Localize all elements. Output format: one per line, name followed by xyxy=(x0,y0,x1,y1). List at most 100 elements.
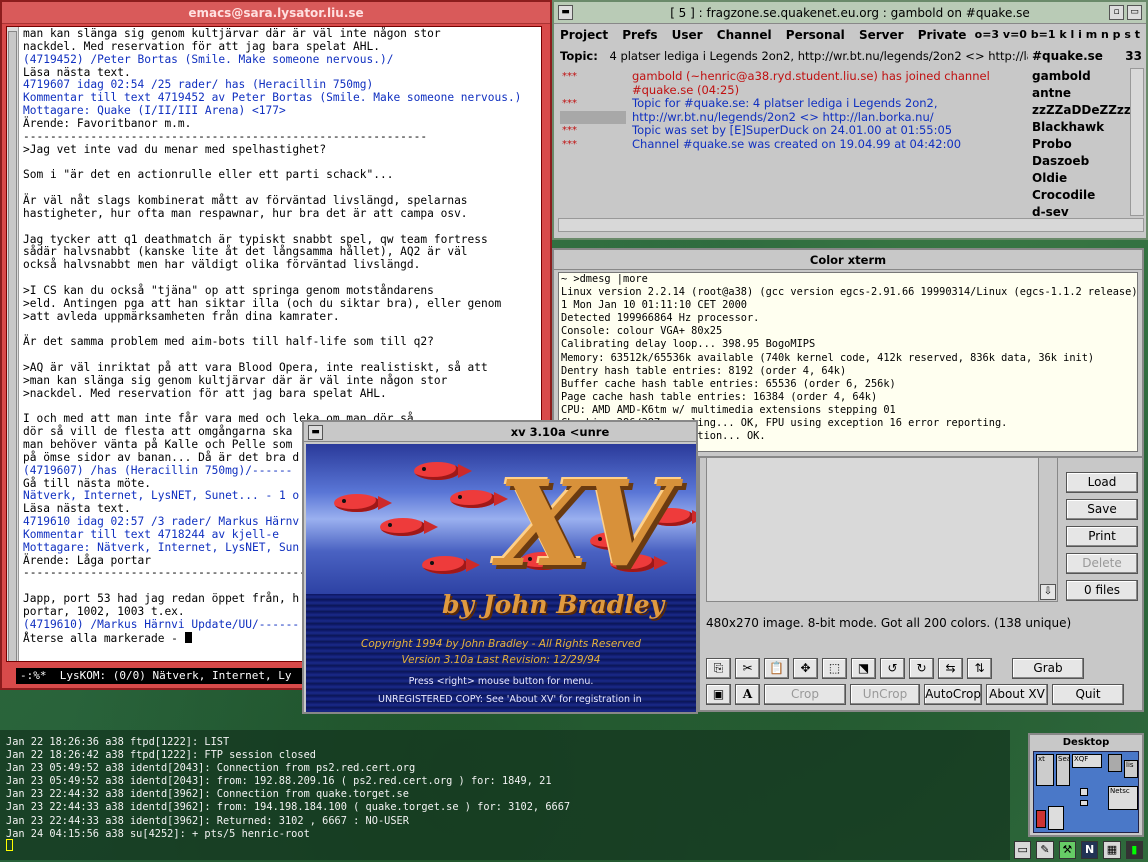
menu-private[interactable]: Private xyxy=(918,28,967,42)
menu-personal[interactable]: Personal xyxy=(786,28,845,42)
emacs-line: >nackdel. Med reservation för att jag ba… xyxy=(23,386,387,400)
text-annotate-icon[interactable]: A xyxy=(735,684,760,705)
terminal-icon[interactable]: ▮ xyxy=(1125,841,1143,859)
cut-icon[interactable]: ✂ xyxy=(735,658,760,679)
pager-mini-window[interactable]: Sea xyxy=(1056,754,1070,786)
user-list-item[interactable]: Daszoeb xyxy=(1032,153,1130,170)
calculator-icon[interactable]: ▦ xyxy=(1103,841,1121,859)
menu-channel[interactable]: Channel xyxy=(717,28,772,42)
emacs-line: också halvsnabbt men har väldigt olika f… xyxy=(23,258,421,272)
pager-mini-window[interactable]: xt xyxy=(1036,754,1054,786)
wrench-icon[interactable]: ⚒ xyxy=(1058,841,1076,859)
emacs-line: >man kan slänga sig genom kultjärvar där… xyxy=(23,373,448,387)
irc-log-line: http://wr.bt.nu/legends/2on2 <> http://l… xyxy=(632,109,934,124)
syslog-line: Jan 23 22:44:33 a38 identd[3962]: Return… xyxy=(6,814,409,827)
uncrop-button[interactable]: UnCrop xyxy=(850,684,920,705)
emacs-line: Ärende: Favoritbanor m.m. xyxy=(23,116,192,130)
user-list-scrollbar[interactable] xyxy=(1130,68,1144,216)
window-menu-icon[interactable]: ▬ xyxy=(308,425,323,440)
notes-icon[interactable]: ✎ xyxy=(1036,841,1054,859)
emacs-line xyxy=(23,221,539,234)
irc-title: [ 5 ] : fragzone.se.quakenet.eu.org : ga… xyxy=(670,6,1030,20)
save-button[interactable]: Save xyxy=(1066,499,1138,520)
desktop-pager[interactable]: Desktop xt Sea XQF lis Netsc xyxy=(1028,733,1144,837)
irc-selection-highlight xyxy=(560,110,626,124)
xv-logo-image[interactable]: XV by John Bradley Copyright 1994 by Joh… xyxy=(306,444,696,712)
pager-mini-window[interactable] xyxy=(1036,810,1046,828)
user-list-item[interactable]: antne xyxy=(1032,85,1130,102)
dock-bar: ▭ ✎ ⚒ N ▦ ▮ xyxy=(1010,838,1148,862)
user-list-item[interactable]: Crocodile xyxy=(1032,187,1130,204)
crop-button[interactable]: Crop xyxy=(764,684,846,705)
emacs-titlebar[interactable]: emacs@sara.lysator.liu.se xyxy=(2,2,550,24)
quit-button[interactable]: Quit xyxy=(1052,684,1124,705)
copy-icon[interactable]: ⎘ xyxy=(706,658,731,679)
print-button[interactable]: Print xyxy=(1066,526,1138,547)
user-list-item[interactable]: Probo xyxy=(1032,136,1130,153)
xv-file-list[interactable] xyxy=(706,456,1058,602)
xterm-titlebar[interactable]: Color xterm xyxy=(554,250,1142,270)
menu-user[interactable]: User xyxy=(672,28,703,42)
emacs-line: >I CS kan du också "tjäna" op att spring… xyxy=(23,283,434,297)
emacs-scrollbar[interactable] xyxy=(7,27,19,661)
maximize-icon[interactable]: ▭ xyxy=(1127,5,1142,20)
xterm-line: Page cache hash table entries: 16384 (or… xyxy=(561,390,878,403)
normal-size-icon[interactable]: ⬚ xyxy=(822,658,847,679)
xterm-line: Memory: 63512k/65536k available (740k ke… xyxy=(561,351,1095,364)
user-list-item[interactable]: Blackhawk xyxy=(1032,119,1130,136)
irc-titlebar[interactable]: ▬ [ 5 ] : fragzone.se.quakenet.eu.org : … xyxy=(554,2,1146,24)
pager-grid[interactable]: xt Sea XQF lis Netsc xyxy=(1033,751,1139,833)
scroll-down-icon[interactable]: ⇩ xyxy=(1040,584,1056,600)
flip-horizontal-icon[interactable]: ⇆ xyxy=(938,658,963,679)
emacs-scroll-thumb[interactable] xyxy=(8,31,17,661)
channel-modes[interactable]: o=3 v=0 b=1 k l i m n p s t xyxy=(975,26,1140,44)
rotate-left-icon[interactable]: ↺ xyxy=(880,658,905,679)
monitor-icon[interactable]: ▭ xyxy=(1014,841,1032,859)
pager-mini-window[interactable] xyxy=(1080,800,1088,806)
user-list-item[interactable]: d-sev xyxy=(1032,204,1130,216)
syslog-line: Jan 23 22:44:33 a38 identd[3962]: from: … xyxy=(6,801,571,814)
channel-name: #quake.se xyxy=(1032,49,1103,63)
pager-mini-window[interactable] xyxy=(1080,788,1088,796)
about-xv-button[interactable]: About XV xyxy=(986,684,1048,705)
menu-server[interactable]: Server xyxy=(859,28,904,42)
red-fish xyxy=(450,490,508,508)
user-list-item[interactable]: zzZZaDDeZZzz xyxy=(1032,102,1130,119)
pager-mini-window[interactable] xyxy=(1048,806,1064,830)
syslog-line: Jan 23 22:44:32 a38 identd[3962]: Connec… xyxy=(6,788,409,801)
autocrop-button[interactable]: AutoCrop xyxy=(924,684,982,705)
minimize-icon[interactable]: ▫ xyxy=(1109,5,1124,20)
pager-mini-window[interactable]: Netsc xyxy=(1108,786,1138,810)
rotate-right-icon[interactable]: ↻ xyxy=(909,658,934,679)
flip-vertical-icon[interactable]: ⇅ xyxy=(967,658,992,679)
load-button[interactable]: Load xyxy=(1066,472,1138,493)
delete-button[interactable]: Delete xyxy=(1066,553,1138,574)
irc-log-line: Channel #quake.se was created on 19.04.9… xyxy=(632,136,962,151)
user-list-item[interactable]: Oldie xyxy=(1032,170,1130,187)
menu-project[interactable]: Project xyxy=(560,28,608,42)
syslog-line: Jan 22 18:26:36 a38 ftpd[1222]: LIST xyxy=(6,736,230,748)
menu-prefs[interactable]: Prefs xyxy=(622,28,657,42)
user-list-item[interactable]: gambold xyxy=(1032,68,1130,85)
topic-bar[interactable]: Topic: 4 platser lediga i Legends 2on2, … xyxy=(560,47,1028,65)
pager-mini-window[interactable]: lis xyxy=(1124,760,1138,778)
xv-controls-window[interactable]: ⇩ Load Save Print Delete 0 files 480x270… xyxy=(698,440,1144,712)
xv-image-window[interactable]: ▬ xv 3.10a <unre XV by John Bradley Copy… xyxy=(302,420,698,714)
xv-image-titlebar[interactable]: ▬ xv 3.10a <unre xyxy=(304,422,696,442)
syslog-console[interactable]: Jan 22 18:26:36 a38 ftpd[1222]: LIST Jan … xyxy=(0,730,1010,860)
xv-list-scrollbar[interactable]: ⇩ xyxy=(1038,456,1058,602)
grab-button[interactable]: Grab xyxy=(1012,658,1084,679)
max-size-icon[interactable]: ⬔ xyxy=(851,658,876,679)
irc-log[interactable]: *** gambold (~henric@a38.ryd.student.liu.… xyxy=(558,68,1028,216)
user-list[interactable]: gambold antne zzZZaDDeZZzz Blackhawk Probo Da… xyxy=(1032,68,1130,216)
irc-horizontal-scrollbar[interactable] xyxy=(558,218,1144,232)
pager-mini-window[interactable]: XQF xyxy=(1072,754,1102,768)
window-menu-icon[interactable]: ▬ xyxy=(558,5,573,20)
paste-icon[interactable]: 📋 xyxy=(764,658,789,679)
topic-text: 4 platser lediga i Legends 2on2, http://… xyxy=(609,49,1028,63)
pager-mini-window[interactable] xyxy=(1108,754,1122,772)
irc-window[interactable]: ▬ [ 5 ] : fragzone.se.quakenet.eu.org : … xyxy=(552,0,1148,240)
info-icon[interactable]: ▣ xyxy=(706,684,731,705)
netscape-icon[interactable]: N xyxy=(1080,841,1099,859)
pad-icon[interactable]: ✥ xyxy=(793,658,818,679)
